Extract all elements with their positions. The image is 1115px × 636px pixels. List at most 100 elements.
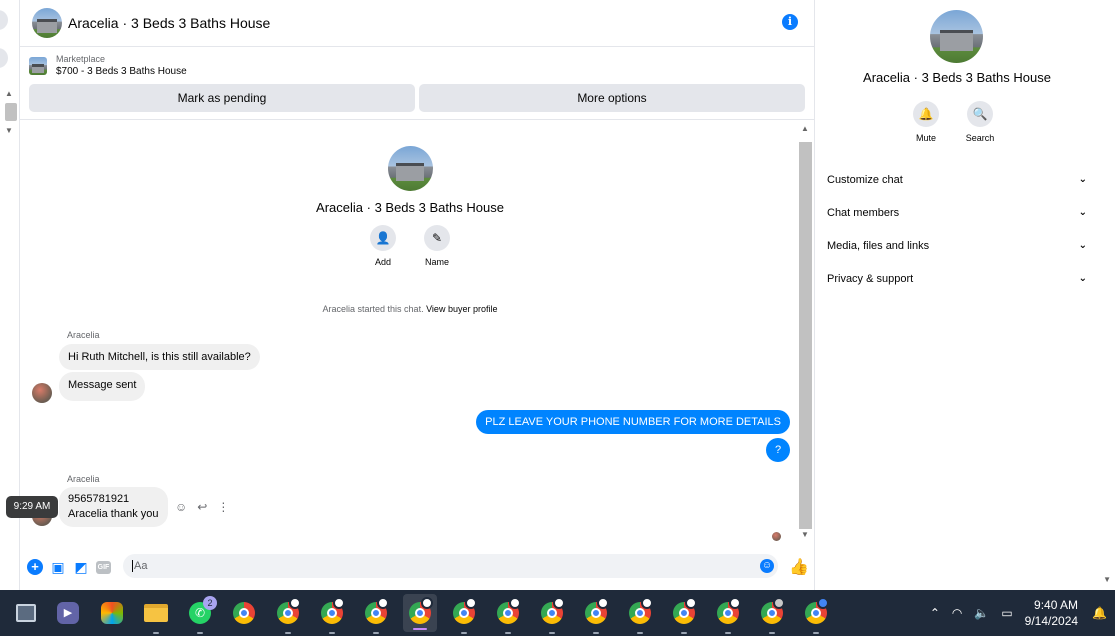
plus-icon[interactable]: + xyxy=(27,559,43,575)
photo-icon[interactable]: ▣ xyxy=(50,559,66,575)
message-bubble-outgoing[interactable]: PLZ LEAVE YOUR PHONE NUMBER FOR MORE DET… xyxy=(476,410,790,434)
running-indicator xyxy=(373,632,379,634)
message-bubble-incoming[interactable]: Message sent xyxy=(59,372,146,401)
message-bubble-incoming[interactable]: 9565781921 Aracelia thank you xyxy=(59,487,168,527)
chrome-profile-icon[interactable] xyxy=(627,597,653,634)
scrollbar-thumb[interactable] xyxy=(799,142,812,529)
battery-icon[interactable]: ▭ xyxy=(1001,606,1012,620)
file-explorer-icon[interactable] xyxy=(143,600,169,634)
chrome-icon[interactable] xyxy=(231,600,257,626)
thumbs-up-icon[interactable]: 👍 xyxy=(789,557,809,577)
chrome-profile-icon[interactable] xyxy=(759,597,785,634)
menu-chat-members[interactable]: Chat members ⌄ xyxy=(827,196,1087,229)
message-line: 9565781921 xyxy=(68,493,130,505)
info-icon[interactable]: i xyxy=(782,14,798,30)
chrome-profile-icon[interactable] xyxy=(803,597,829,634)
name-button[interactable]: ✎ Name xyxy=(424,225,450,267)
chrome-profile-icon[interactable] xyxy=(539,597,565,634)
chrome-profile-icon[interactable] xyxy=(495,597,521,634)
profile-badge xyxy=(729,597,741,609)
chat-title[interactable]: Aracelia · 3 Beds 3 Baths House xyxy=(68,15,270,31)
sticker-icon[interactable]: ◩ xyxy=(73,559,89,575)
partial-avatar[interactable] xyxy=(0,10,8,30)
menu-media-files-links[interactable]: Media, files and links ⌄ xyxy=(827,229,1087,262)
view-buyer-profile-link[interactable]: View buyer profile xyxy=(426,304,497,314)
notification-badge: 2 xyxy=(203,596,217,610)
chat-panel: Aracelia · 3 Beds 3 Baths House i Market… xyxy=(20,0,815,590)
clock[interactable]: 9:40 AM 9/14/2024 xyxy=(1025,597,1078,629)
gif-icon[interactable]: GIF xyxy=(96,560,111,574)
sender-avatar[interactable] xyxy=(32,383,52,403)
marketplace-label: Marketplace xyxy=(56,54,106,64)
scroll-up-arrow-icon[interactable]: ▲ xyxy=(5,89,13,98)
task-view-icon[interactable] xyxy=(13,600,39,626)
notification-icon[interactable]: 🔔 xyxy=(1092,606,1107,620)
scroll-down-arrow-icon[interactable]: ▼ xyxy=(801,530,809,539)
input-placeholder: Aa xyxy=(134,560,148,572)
copilot-icon[interactable] xyxy=(99,600,125,626)
menu-privacy-support[interactable]: Privacy & support ⌄ xyxy=(827,262,1087,295)
profile-badge xyxy=(421,597,433,609)
emoji-icon[interactable]: ☺ xyxy=(760,559,774,573)
add-button[interactable]: 👤 Add xyxy=(370,225,396,267)
scroll-up-arrow-icon[interactable]: ▲ xyxy=(801,124,809,133)
chevron-down-icon: ⌄ xyxy=(1078,174,1087,185)
clock-date: 9/14/2024 xyxy=(1024,614,1079,628)
partial-avatar[interactable] xyxy=(0,48,8,68)
volume-icon[interactable]: 🔈 xyxy=(974,606,989,620)
marketplace-banner[interactable]: Marketplace $700 - 3 Beds 3 Baths House xyxy=(20,47,814,84)
chevron-down-icon: ⌄ xyxy=(1078,273,1087,284)
profile-badge xyxy=(465,597,477,609)
clock-time: 9:40 AM xyxy=(1034,598,1079,612)
whatsapp-icon[interactable]: ✆ 2 xyxy=(187,596,217,634)
chrome-glyph xyxy=(277,597,301,624)
chrome-profile-icon[interactable] xyxy=(583,597,609,634)
search-button[interactable]: 🔍 Search xyxy=(966,101,994,143)
chevron-up-icon[interactable]: ⌃ xyxy=(930,606,940,620)
scroll-down-arrow-icon[interactable]: ▼ xyxy=(1103,575,1111,584)
running-indicator xyxy=(725,632,731,634)
video-call-icon[interactable]: ▶ xyxy=(55,600,81,626)
mute-button[interactable]: 🔔 Mute xyxy=(913,101,939,143)
chat-started-note: Aracelia started this chat. View buyer p… xyxy=(20,304,800,314)
mark-pending-button[interactable]: Mark as pending xyxy=(29,84,415,112)
reply-icon[interactable]: ↩ xyxy=(197,500,207,514)
chevron-down-icon: ⌄ xyxy=(1078,240,1087,251)
chrome-glyph xyxy=(321,597,345,624)
react-emoji-icon[interactable]: ☺ xyxy=(175,500,187,514)
chrome-profile-icon[interactable] xyxy=(363,597,389,634)
scrollbar-thumb[interactable] xyxy=(5,103,17,121)
sender-name: Aracelia xyxy=(67,330,100,340)
scroll-down-arrow-icon[interactable]: ▼ xyxy=(5,126,13,135)
menu-label: Privacy & support xyxy=(827,272,914,285)
side-avatar[interactable] xyxy=(930,10,983,63)
intro-actions: 👤 Add ✎ Name xyxy=(20,225,800,267)
chrome-profile-icon[interactable] xyxy=(275,597,301,634)
text-caret xyxy=(132,560,133,573)
more-options-button[interactable]: More options xyxy=(419,84,805,112)
profile-badge xyxy=(641,597,653,609)
mute-label: Mute xyxy=(915,133,936,143)
profile-badge xyxy=(817,597,829,609)
message-bubble-outgoing[interactable]: ? xyxy=(766,438,790,462)
chrome-profile-icon[interactable] xyxy=(451,597,477,634)
menu-customize-chat[interactable]: Customize chat ⌄ xyxy=(827,163,1087,196)
wifi-icon[interactable]: ◠ xyxy=(952,606,962,620)
message-input[interactable]: Aa xyxy=(123,554,778,578)
chrome-profile-icon[interactable] xyxy=(671,597,697,634)
message-thread: Aracelia · 3 Beds 3 Baths House 👤 Add ✎ … xyxy=(20,119,815,546)
running-indicator xyxy=(637,632,643,634)
running-indicator xyxy=(461,632,467,634)
chat-intro: Aracelia · 3 Beds 3 Baths House 👤 Add ✎ … xyxy=(20,146,800,267)
bell-icon: 🔔 xyxy=(913,101,939,127)
chat-avatar[interactable] xyxy=(32,8,62,38)
camera-glyph: ▶ xyxy=(57,602,79,624)
thread-scrollbar[interactable]: ▲ ▼ xyxy=(799,124,812,544)
chrome-profile-icon[interactable] xyxy=(319,597,345,634)
profile-badge xyxy=(553,597,565,609)
chrome-profile-icon-active[interactable] xyxy=(403,594,437,632)
chrome-profile-icon[interactable] xyxy=(715,597,741,634)
chrome-glyph xyxy=(585,597,609,624)
message-bubble-incoming[interactable]: Hi Ruth Mitchell, is this still availabl… xyxy=(59,344,260,370)
more-icon[interactable]: ⋮ xyxy=(217,500,229,514)
